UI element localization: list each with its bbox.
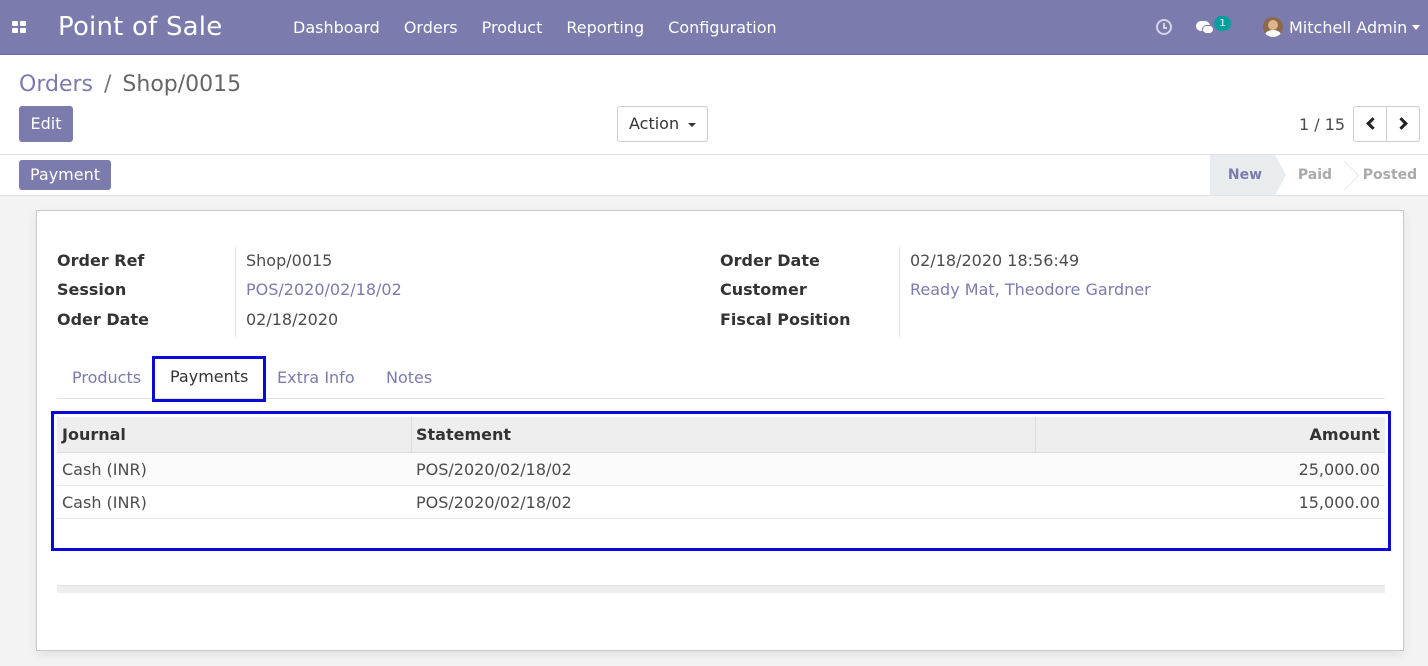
field-divider: [899, 247, 900, 337]
edit-button[interactable]: Edit: [19, 106, 73, 142]
action-label: Action: [629, 114, 680, 133]
form-sheet: Order Ref Shop/0015 Session POS/2020/02/…: [36, 210, 1404, 651]
breadcrumb-separator: /: [103, 72, 112, 97]
stage-posted: Posted: [1362, 167, 1418, 183]
field-divider: [235, 247, 236, 337]
menu-configuration[interactable]: Configuration: [668, 18, 777, 37]
chevron-right-icon: [1395, 117, 1408, 130]
session-link[interactable]: POS/2020/02/18/02: [246, 280, 402, 299]
form-statusbar: Payment New Paid Posted: [0, 155, 1428, 196]
order-date-value: 02/18/2020 18:56:49: [910, 251, 1080, 270]
order-ref-value: Shop/0015: [246, 251, 333, 270]
stage-new: New: [1210, 155, 1286, 195]
cell-amount: 25,000.00: [1298, 460, 1380, 479]
oder-date-value: 02/18/2020: [246, 310, 339, 329]
oder-date-label: Oder Date: [57, 310, 149, 329]
chatter-divider: [57, 585, 1385, 593]
chevron-left-icon: [1366, 117, 1379, 130]
menu-reporting[interactable]: Reporting: [566, 18, 644, 37]
caret-down-icon: [688, 123, 696, 127]
chat-count-badge: 1: [1214, 16, 1231, 31]
breadcrumb-orders[interactable]: Orders: [19, 72, 93, 97]
tab-notes[interactable]: Notes: [371, 357, 447, 399]
tab-products[interactable]: Products: [57, 357, 156, 399]
main-menu: Dashboard Orders Product Reporting Confi…: [293, 18, 801, 37]
action-dropdown[interactable]: Action: [617, 106, 708, 142]
payments-table-highlight: Journal Statement Amount Cash (INR) POS/…: [51, 411, 1391, 551]
cell-journal: Cash (INR): [62, 460, 147, 479]
menu-product[interactable]: Product: [482, 18, 543, 37]
notebook-tabs: Products Payments Extra Info Notes: [57, 356, 1385, 402]
breadcrumb-current: Shop/0015: [122, 72, 242, 97]
top-navbar: Point of Sale Dashboard Orders Product R…: [0, 0, 1428, 55]
table-row[interactable]: Cash (INR) POS/2020/02/18/02 15,000.00: [57, 486, 1385, 519]
messaging-chat-icon[interactable]: [1196, 21, 1214, 35]
cell-statement: POS/2020/02/18/02: [416, 493, 572, 512]
pager-previous-button[interactable]: [1353, 106, 1387, 142]
breadcrumb: Orders / Shop/0015: [19, 72, 241, 97]
customer-label: Customer: [720, 280, 807, 299]
apps-grid-icon[interactable]: [12, 21, 27, 34]
activity-clock-icon[interactable]: [1156, 19, 1172, 35]
stage-paid: Paid: [1297, 167, 1333, 183]
cell-statement: POS/2020/02/18/02: [416, 460, 572, 479]
menu-orders[interactable]: Orders: [404, 18, 458, 37]
order-ref-label: Order Ref: [57, 251, 145, 270]
session-label: Session: [57, 280, 127, 299]
menu-dashboard[interactable]: Dashboard: [293, 18, 380, 37]
user-avatar[interactable]: [1263, 17, 1283, 37]
pager-value[interactable]: 1 / 15: [1299, 115, 1345, 134]
fiscal-position-label: Fiscal Position: [720, 310, 851, 329]
tab-extra-info[interactable]: Extra Info: [262, 357, 370, 399]
tab-payments[interactable]: Payments: [152, 356, 267, 402]
caret-down-icon[interactable]: [1412, 25, 1420, 30]
cell-amount: 15,000.00: [1298, 493, 1380, 512]
pager-next-button[interactable]: [1386, 106, 1420, 142]
column-header-amount[interactable]: Amount: [1035, 417, 1385, 453]
column-header-statement[interactable]: Statement: [411, 417, 1035, 453]
control-panel: Orders / Shop/0015 Edit Action 1 / 15: [0, 55, 1428, 155]
column-header-journal[interactable]: Journal: [57, 417, 411, 453]
table-row[interactable]: Cash (INR) POS/2020/02/18/02 25,000.00: [57, 453, 1385, 486]
app-title: Point of Sale: [58, 12, 223, 42]
payment-button[interactable]: Payment: [19, 160, 111, 190]
user-menu[interactable]: Mitchell Admin: [1289, 18, 1407, 37]
table-header: Journal Statement Amount: [57, 417, 1385, 453]
customer-link[interactable]: Ready Mat, Theodore Gardner: [910, 280, 1151, 299]
order-date-label: Order Date: [720, 251, 820, 270]
cell-journal: Cash (INR): [62, 493, 147, 512]
